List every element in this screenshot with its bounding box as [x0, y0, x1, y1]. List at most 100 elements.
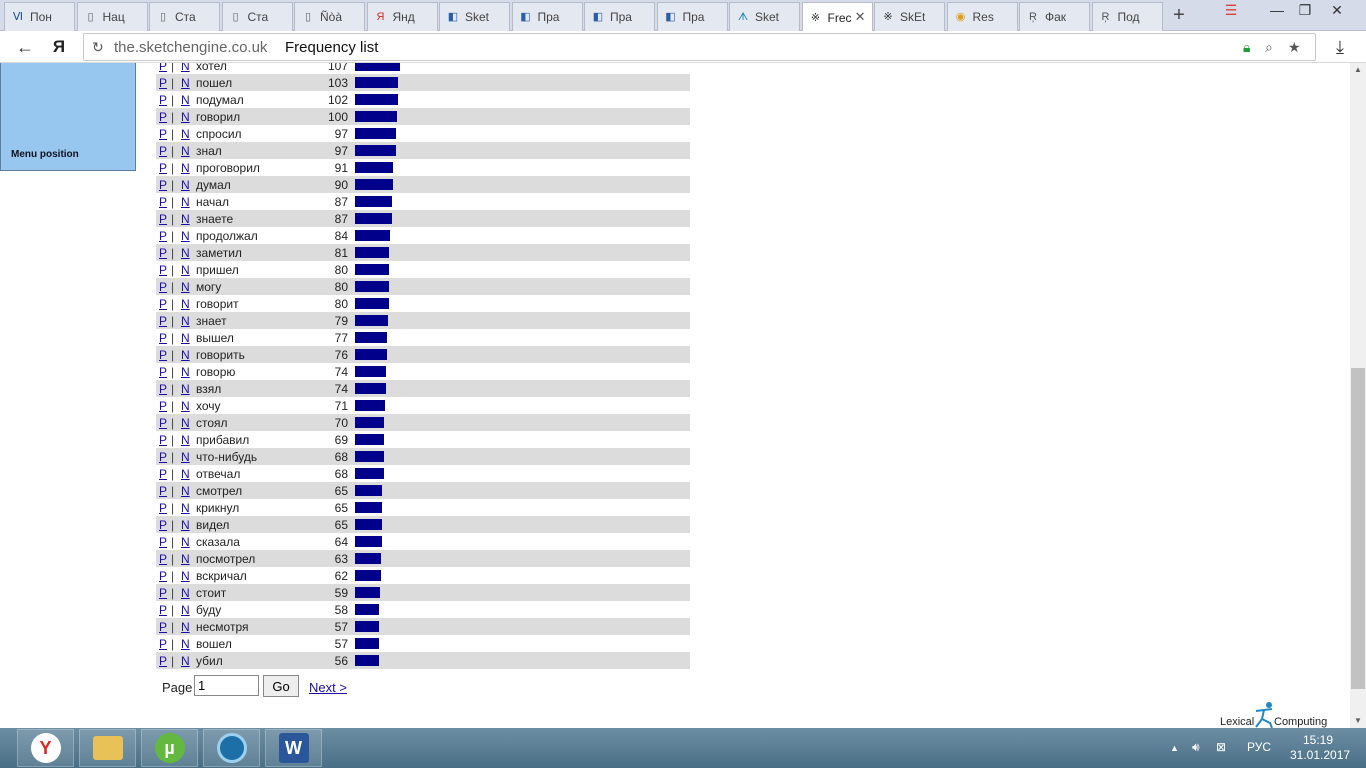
p-link[interactable]: P — [159, 637, 167, 651]
n-link[interactable]: N — [181, 161, 190, 175]
p-link[interactable]: P — [159, 450, 167, 464]
browser-tab[interactable]: ※ Frec ✕ — [801, 2, 873, 32]
scroll-down-arrow-icon[interactable]: ▼ — [1350, 714, 1366, 728]
bookmark-star-icon[interactable]: ★ — [1288, 39, 1301, 56]
p-link[interactable]: P — [159, 110, 167, 124]
n-link[interactable]: N — [181, 569, 190, 583]
n-link[interactable]: N — [181, 518, 190, 532]
n-link[interactable]: N — [181, 501, 190, 515]
p-link[interactable]: P — [159, 518, 167, 532]
language-indicator[interactable]: РУС — [1247, 740, 1271, 754]
volume-icon[interactable]: 🔊︎ — [1192, 740, 1200, 755]
n-link[interactable]: N — [181, 586, 190, 600]
yandex-logo-icon[interactable]: Я — [47, 35, 71, 59]
p-link[interactable]: P — [159, 569, 167, 583]
p-link[interactable]: P — [159, 399, 167, 413]
browser-tab[interactable]: ▯ Ñòà — [294, 2, 365, 31]
n-link[interactable]: N — [181, 195, 190, 209]
taskbar-yandex-browser[interactable]: Y — [17, 729, 74, 767]
browser-menu-icon[interactable]: ☰ — [1216, 2, 1246, 22]
p-link[interactable]: P — [159, 76, 167, 90]
p-link[interactable]: P — [159, 654, 167, 668]
n-link[interactable]: N — [181, 76, 190, 90]
p-link[interactable]: P — [159, 484, 167, 498]
p-link[interactable]: P — [159, 535, 167, 549]
n-link[interactable]: N — [181, 416, 190, 430]
go-button[interactable]: Go — [263, 675, 299, 697]
browser-tab[interactable]: Ŗ Фак — [1019, 2, 1090, 31]
p-link[interactable]: P — [159, 314, 167, 328]
lexical-computing-logo[interactable]: Lexical Computing — [1220, 701, 1332, 728]
n-link[interactable]: N — [181, 365, 190, 379]
n-link[interactable]: N — [181, 297, 190, 311]
network-icon[interactable]: ⊠ — [1216, 740, 1226, 754]
browser-tab[interactable]: Я Янд — [366, 2, 438, 31]
next-page-link[interactable]: Next > — [309, 680, 347, 695]
p-link[interactable]: P — [159, 212, 167, 226]
p-link[interactable]: P — [159, 93, 167, 107]
browser-tab[interactable]: ◧ Пра — [656, 2, 728, 31]
tray-expand-icon[interactable]: ▲ — [1170, 743, 1179, 753]
n-link[interactable]: N — [181, 93, 190, 107]
p-link[interactable]: P — [159, 195, 167, 209]
lock-icon[interactable]: 🔒︎ — [1243, 39, 1250, 56]
p-link[interactable]: P — [159, 263, 167, 277]
n-link[interactable]: N — [181, 263, 190, 277]
browser-tab[interactable]: ◧ Sket — [439, 2, 510, 31]
n-link[interactable]: N — [181, 280, 190, 294]
browser-tab[interactable]: ᗑ Sket — [729, 2, 800, 31]
back-arrow-icon[interactable]: ← — [13, 35, 37, 59]
scrollbar-thumb[interactable] — [1351, 368, 1365, 689]
p-link[interactable]: P — [159, 365, 167, 379]
scroll-up-arrow-icon[interactable]: ▲ — [1350, 63, 1366, 77]
browser-tab[interactable]: Ⅵ Пон — [4, 2, 75, 31]
address-bar[interactable]: ↻ the.sketchengine.co.uk Frequency list … — [83, 33, 1316, 61]
n-link[interactable]: N — [181, 314, 190, 328]
n-link[interactable]: N — [181, 229, 190, 243]
browser-tab[interactable]: ▯ Нац — [76, 2, 148, 31]
zoom-icon[interactable]: ⌕ — [1265, 39, 1273, 56]
n-link[interactable]: N — [181, 178, 190, 192]
n-link[interactable]: N — [181, 603, 190, 617]
n-link[interactable]: N — [181, 654, 190, 668]
n-link[interactable]: N — [181, 246, 190, 260]
n-link[interactable]: N — [181, 484, 190, 498]
n-link[interactable]: N — [181, 637, 190, 651]
reload-icon[interactable]: ↻ — [92, 39, 104, 56]
p-link[interactable]: P — [159, 433, 167, 447]
menu-position-label[interactable]: Menu position — [11, 149, 79, 160]
n-link[interactable]: N — [181, 127, 190, 141]
p-link[interactable]: P — [159, 467, 167, 481]
p-link[interactable]: P — [159, 161, 167, 175]
browser-tab[interactable]: ※ SkEt — [874, 2, 945, 31]
p-link[interactable]: P — [159, 416, 167, 430]
p-link[interactable]: P — [159, 331, 167, 345]
taskbar-word[interactable]: W — [265, 729, 322, 767]
p-link[interactable]: P — [159, 144, 167, 158]
n-link[interactable]: N — [181, 382, 190, 396]
taskbar-file-explorer[interactable] — [79, 729, 136, 767]
new-tab-button[interactable]: + — [1168, 4, 1190, 26]
p-link[interactable]: P — [159, 178, 167, 192]
tab-close-icon[interactable]: ✕ — [855, 9, 866, 25]
n-link[interactable]: N — [181, 331, 190, 345]
n-link[interactable]: N — [181, 620, 190, 634]
restore-button[interactable]: ❐ — [1290, 2, 1320, 22]
n-link[interactable]: N — [181, 535, 190, 549]
n-link[interactable]: N — [181, 399, 190, 413]
p-link[interactable]: P — [159, 552, 167, 566]
n-link[interactable]: N — [181, 450, 190, 464]
taskbar-utorrent[interactable]: µ — [141, 729, 198, 767]
n-link[interactable]: N — [181, 433, 190, 447]
browser-tab[interactable]: ▯ Ста — [221, 2, 293, 31]
close-window-button[interactable]: ✕ — [1322, 2, 1352, 22]
n-link[interactable]: N — [181, 144, 190, 158]
browser-tab[interactable]: ◉ Res — [946, 2, 1018, 31]
page-number-input[interactable] — [194, 675, 259, 696]
taskbar-media-player[interactable] — [203, 729, 260, 767]
system-clock[interactable]: 15:19 31.01.2017 — [1290, 733, 1350, 763]
n-link[interactable]: N — [181, 552, 190, 566]
n-link[interactable]: N — [181, 467, 190, 481]
n-link[interactable]: N — [181, 110, 190, 124]
n-link[interactable]: N — [181, 212, 190, 226]
